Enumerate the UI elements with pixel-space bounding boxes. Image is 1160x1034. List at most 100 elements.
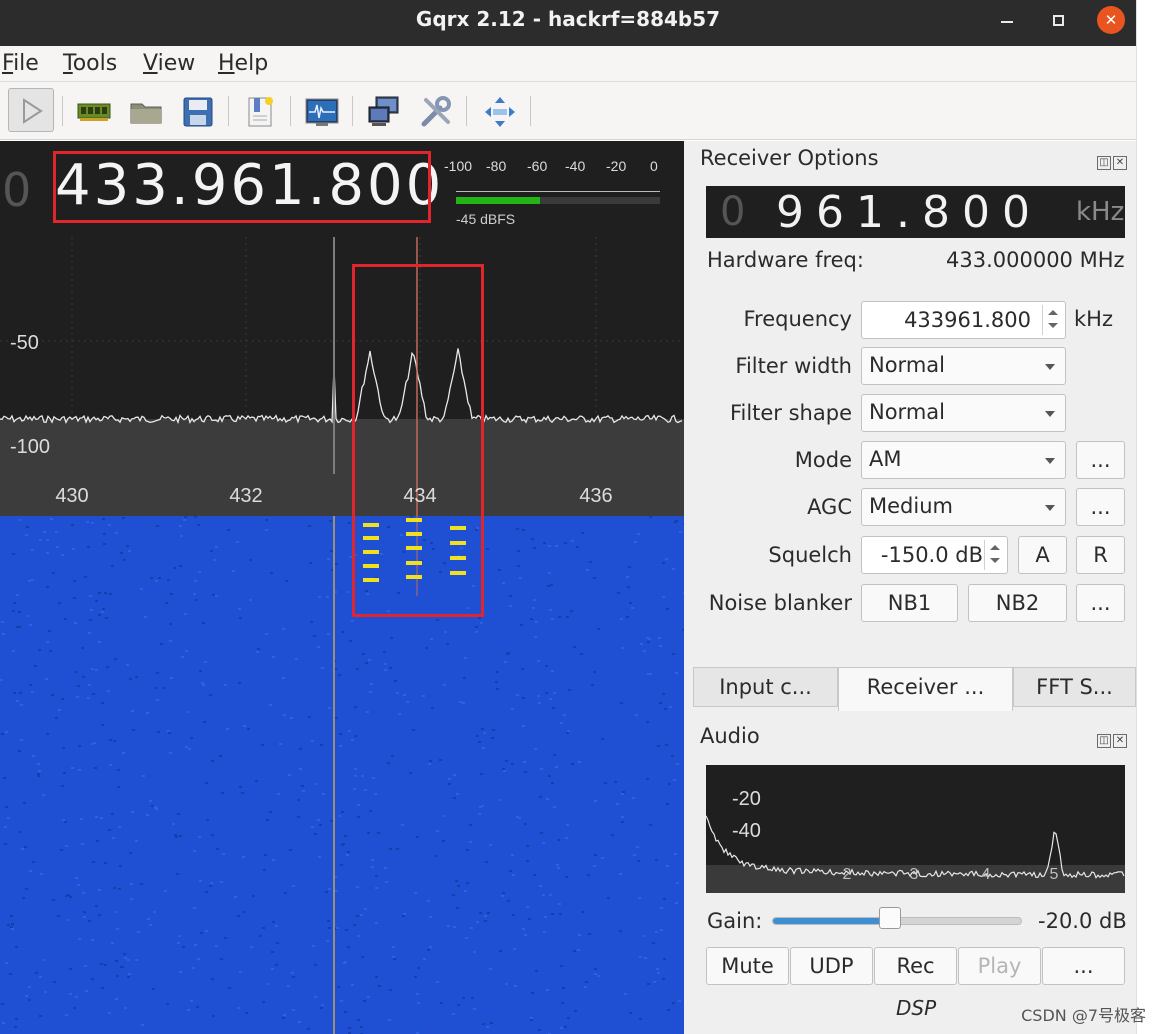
waterfall-noise <box>427 949 430 951</box>
waterfall-noise <box>513 948 516 950</box>
frequency-input[interactable]: 433961.800 <box>861 301 1066 339</box>
menu-tools[interactable]: Tools <box>63 51 117 76</box>
waterfall-noise <box>553 754 556 756</box>
waterfall-noise <box>546 989 549 991</box>
play-button[interactable]: Play <box>958 947 1041 985</box>
frequency-display[interactable]: 0 433.961.800 -100 -80 -60 -40 -20 0 -45… <box>0 141 684 237</box>
waterfall-noise <box>87 546 90 548</box>
waterfall-plot[interactable] <box>0 516 684 1034</box>
record-button[interactable]: Rec <box>874 947 957 985</box>
waterfall-noise <box>209 694 212 696</box>
io-devices-button[interactable] <box>72 90 114 132</box>
maximize-button[interactable] <box>1044 6 1072 34</box>
frequency-stepper[interactable] <box>1042 305 1062 335</box>
waterfall-noise <box>272 656 275 658</box>
squelch-input[interactable]: -150.0 dB <box>861 536 1008 574</box>
nb2-button[interactable]: NB2 <box>968 584 1067 622</box>
close-dock-icon[interactable]: ✕ <box>1113 156 1127 170</box>
spectrum-plot[interactable]: -50-100430 432 434 436 <box>0 237 684 516</box>
start-dsp-button[interactable] <box>8 88 54 132</box>
waterfall-noise <box>557 867 560 869</box>
waterfall-noise <box>53 981 56 983</box>
udp-button[interactable]: UDP <box>790 947 873 985</box>
waterfall-noise <box>357 1019 360 1021</box>
waterfall-noise <box>308 525 311 527</box>
waterfall-noise <box>338 815 341 817</box>
waterfall-noise <box>455 880 458 882</box>
waterfall-noise <box>327 920 330 922</box>
waterfall-noise <box>272 859 275 861</box>
menu-help[interactable]: Help <box>218 51 268 76</box>
hardware-freq-label: Hardware freq: <box>707 248 864 272</box>
fullscreen-button[interactable] <box>478 90 520 132</box>
waterfall-noise <box>648 638 651 640</box>
waterfall-noise <box>637 860 640 862</box>
waterfall-noise <box>265 519 268 521</box>
waterfall-noise <box>50 518 53 520</box>
waterfall-noise <box>302 790 305 792</box>
meter-level-label: -45 dBFS <box>456 211 516 227</box>
noise-blanker-options-button[interactable]: ... <box>1076 584 1125 622</box>
waterfall-noise <box>156 672 159 674</box>
remote-control-button[interactable] <box>362 90 404 132</box>
tab-input-controls[interactable]: Input c... <box>693 667 838 707</box>
waterfall-noise <box>252 895 255 897</box>
squelch-auto-button[interactable]: A <box>1018 536 1067 574</box>
waterfall-noise <box>151 805 154 807</box>
waterfall-noise <box>580 653 583 655</box>
menu-view[interactable]: View <box>143 51 195 76</box>
waterfall-noise <box>621 647 624 649</box>
filter-width-select[interactable]: Normal <box>861 347 1066 385</box>
waterfall-noise <box>129 678 132 680</box>
mode-select[interactable]: AM <box>861 441 1066 479</box>
waterfall-noise <box>512 874 515 876</box>
bookmarks-button[interactable] <box>238 90 280 132</box>
float-dock-icon[interactable]: ◫ <box>1097 734 1111 748</box>
waterfall-noise <box>549 894 552 896</box>
fullscreen-icon <box>485 97 515 127</box>
nb1-button[interactable]: NB1 <box>861 584 958 622</box>
waterfall-noise <box>167 579 170 581</box>
waterfall-noise <box>127 976 130 978</box>
squelch-reset-button[interactable]: R <box>1076 536 1125 574</box>
toolbar-separator <box>466 96 467 126</box>
close-dock-icon[interactable]: ✕ <box>1113 734 1127 748</box>
mode-options-button[interactable]: ... <box>1076 441 1125 479</box>
tab-receiver-options[interactable]: Receiver ... <box>838 667 1013 711</box>
waterfall-noise <box>360 1026 363 1028</box>
fft-settings-button[interactable] <box>300 90 342 132</box>
waterfall-noise <box>487 912 490 914</box>
load-settings-button[interactable] <box>124 90 166 132</box>
waterfall-noise <box>448 783 451 785</box>
waterfall-noise <box>201 682 204 684</box>
waterfall-noise <box>384 867 387 869</box>
waterfall-noise <box>365 662 368 664</box>
agc-select[interactable]: Medium <box>861 488 1066 526</box>
menu-file[interactable]: File <box>2 51 39 76</box>
agc-options-button[interactable]: ... <box>1076 488 1125 526</box>
audio-options-button[interactable]: ... <box>1042 947 1125 985</box>
tab-fft-settings[interactable]: FFT S... <box>1013 667 1136 707</box>
waterfall-noise <box>242 911 245 913</box>
offset-value[interactable]: 961.800 <box>776 187 1042 238</box>
save-settings-button[interactable] <box>176 90 218 132</box>
waterfall-noise <box>144 616 147 618</box>
filter-offset-display[interactable]: 0 961.800 kHz <box>706 186 1125 238</box>
minimize-button[interactable] <box>993 6 1021 34</box>
waterfall-noise <box>361 775 364 777</box>
waterfall-noise <box>250 946 253 948</box>
gain-slider-handle[interactable] <box>878 907 901 929</box>
waterfall-noise <box>364 789 367 791</box>
filter-shape-select[interactable]: Normal <box>861 394 1066 432</box>
waterfall-noise <box>153 911 156 913</box>
tools-button[interactable] <box>414 90 456 132</box>
mute-button[interactable]: Mute <box>706 947 789 985</box>
waterfall-noise <box>112 837 115 839</box>
waterfall-noise <box>398 713 401 715</box>
float-dock-icon[interactable]: ◫ <box>1097 156 1111 170</box>
play-icon <box>23 98 43 124</box>
waterfall-noise <box>317 819 320 821</box>
close-button[interactable]: ✕ <box>1097 6 1125 34</box>
squelch-stepper[interactable] <box>984 540 1004 570</box>
waterfall-noise <box>318 856 321 858</box>
